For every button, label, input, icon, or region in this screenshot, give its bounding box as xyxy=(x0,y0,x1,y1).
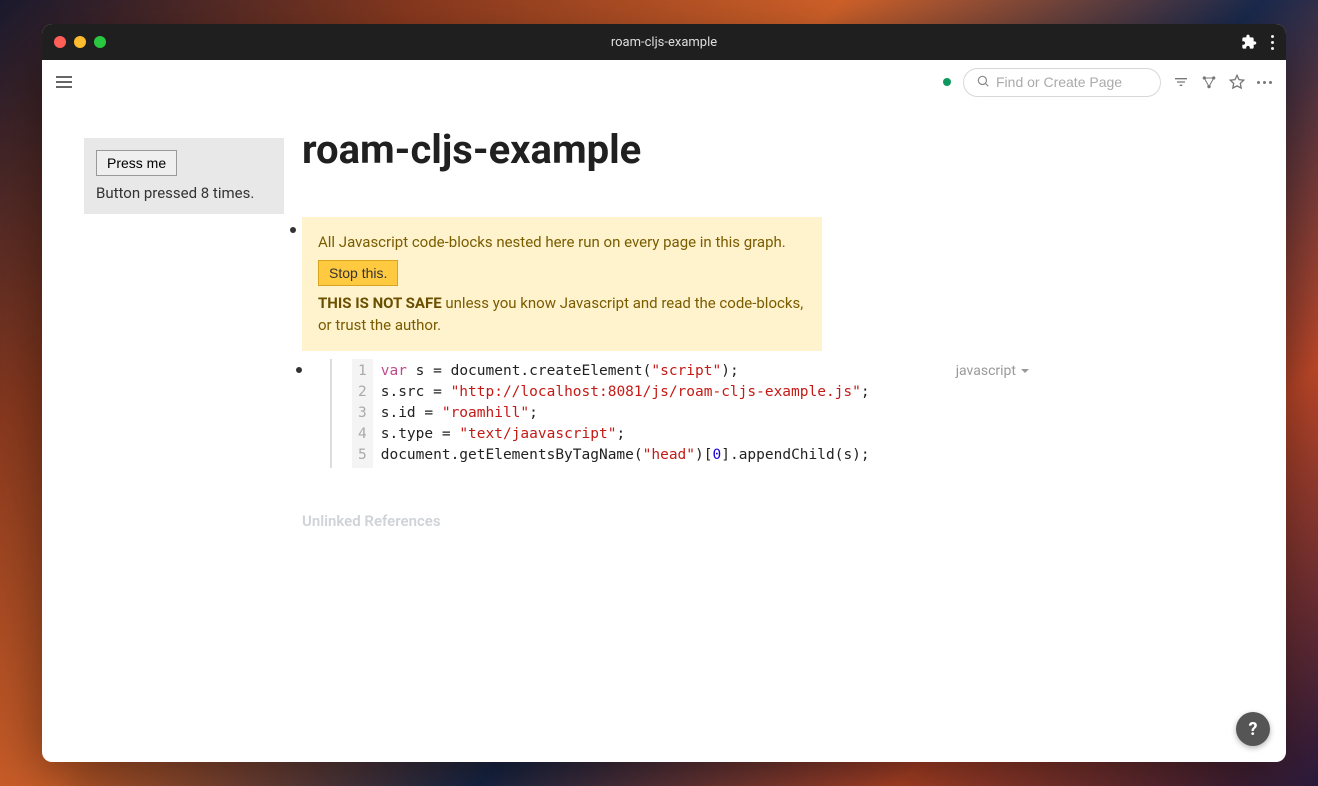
maximize-window-button[interactable] xyxy=(94,36,106,48)
close-window-button[interactable] xyxy=(54,36,66,48)
sync-status-indicator xyxy=(943,78,951,86)
line-number: 3 xyxy=(358,403,367,424)
browser-menu-icon[interactable] xyxy=(1271,35,1274,50)
language-label: javascript xyxy=(956,363,1016,379)
line-number: 1 xyxy=(358,361,367,382)
warning-line2: THIS IS NOT SAFE unless you know Javascr… xyxy=(318,292,806,337)
code-line[interactable]: s.id = "roamhill"; xyxy=(381,403,870,424)
js-warning-box: All Javascript code-blocks nested here r… xyxy=(302,217,822,351)
star-icon[interactable] xyxy=(1229,74,1245,90)
titlebar: roam-cljs-example xyxy=(42,24,1286,60)
code-line[interactable]: s.type = "text/jaavascript"; xyxy=(381,424,870,445)
window-title: roam-cljs-example xyxy=(42,35,1286,50)
content-area: Press me Button pressed 8 times. roam-cl… xyxy=(42,104,1286,762)
app-window: roam-cljs-example xyxy=(42,24,1286,762)
search-box[interactable] xyxy=(963,68,1161,97)
extensions-icon[interactable] xyxy=(1241,34,1257,50)
sidebar-widget: Press me Button pressed 8 times. xyxy=(84,138,284,214)
stop-this-button[interactable]: Stop this. xyxy=(318,260,398,286)
help-button[interactable]: ? xyxy=(1236,712,1270,746)
warning-line1: All Javascript code-blocks nested here r… xyxy=(318,231,806,254)
more-icon[interactable] xyxy=(1257,81,1272,84)
code-line[interactable]: document.getElementsByTagName("head")[0]… xyxy=(381,445,870,466)
menu-icon[interactable] xyxy=(56,73,72,91)
unlinked-references[interactable]: Unlinked References xyxy=(302,512,1022,530)
code-block[interactable]: javascript 12345 var s = document.create… xyxy=(330,359,1010,468)
app-topbar xyxy=(42,60,1286,104)
code-line[interactable]: var s = document.createElement("script")… xyxy=(381,361,870,382)
search-input[interactable] xyxy=(996,74,1148,90)
block-root: All Javascript code-blocks nested here r… xyxy=(302,217,1022,530)
filter-icon[interactable] xyxy=(1173,74,1189,90)
press-count-status: Button pressed 8 times. xyxy=(96,184,272,202)
page-title[interactable]: roam-cljs-example xyxy=(302,126,1022,173)
minimize-window-button[interactable] xyxy=(74,36,86,48)
code-lines[interactable]: var s = document.createElement("script")… xyxy=(373,359,878,468)
line-gutter: 12345 xyxy=(352,359,373,468)
press-me-button[interactable]: Press me xyxy=(96,150,177,176)
search-icon xyxy=(976,73,990,92)
code-editor[interactable]: 12345 var s = document.createElement("sc… xyxy=(352,359,1010,468)
line-number: 4 xyxy=(358,424,367,445)
language-selector[interactable]: javascript xyxy=(956,363,1030,379)
warning-bold: THIS IS NOT SAFE xyxy=(318,294,442,312)
bullet-icon[interactable] xyxy=(290,227,296,233)
code-line[interactable]: s.src = "http://localhost:8081/js/roam-c… xyxy=(381,382,870,403)
traffic-lights xyxy=(54,36,106,48)
main-column: roam-cljs-example All Javascript code-bl… xyxy=(302,104,1022,762)
line-number: 5 xyxy=(358,445,367,466)
graph-icon[interactable] xyxy=(1201,74,1217,90)
line-number: 2 xyxy=(358,382,367,403)
bullet-icon[interactable] xyxy=(296,367,302,373)
